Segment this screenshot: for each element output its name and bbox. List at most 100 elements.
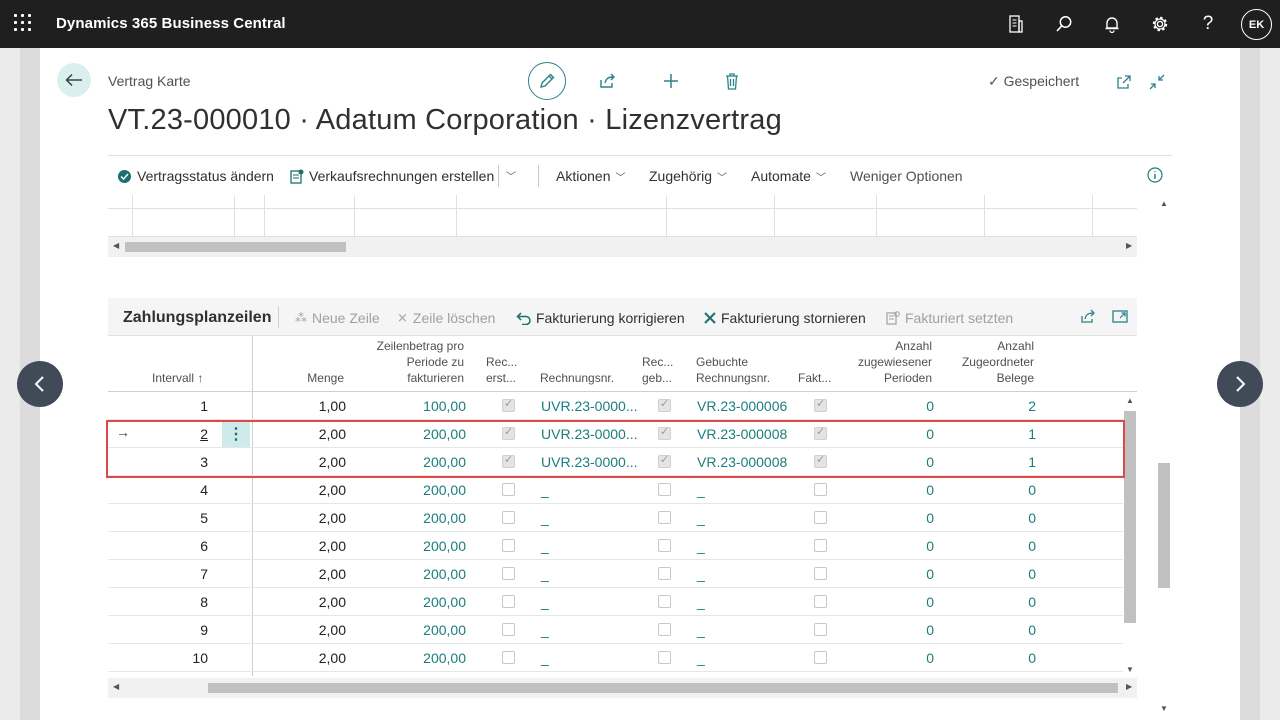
edit-button[interactable] [528, 62, 566, 100]
checkbox-fakturiert[interactable] [814, 483, 827, 496]
expand-icon[interactable] [1112, 309, 1128, 324]
scroll-up-icon[interactable]: ▲ [1126, 396, 1134, 405]
cell-anzahl-perioden[interactable]: 0 [888, 538, 934, 554]
checkbox-rec-geb[interactable] [658, 511, 671, 524]
cell-menge[interactable]: 2,00 [288, 650, 346, 666]
table-row[interactable]: 1 1,00 100,00 UVR.23-0000... VR.23-000006 0 2 [108, 392, 1123, 420]
cell-gebuchte-rechnungsnr[interactable]: _ [697, 650, 705, 666]
table-row[interactable]: 7 2,00 200,00 _ _ 0 0 [108, 560, 1123, 588]
more-dropdown-button[interactable]: ﹀ [506, 168, 516, 183]
cell-intervall[interactable]: 7 [168, 566, 208, 582]
fakturierung-stornieren-button[interactable]: Fakturierung stornieren [704, 310, 866, 326]
cell-anzahl-perioden[interactable]: 0 [888, 566, 934, 582]
checkbox-fakturiert[interactable] [814, 651, 827, 664]
avatar[interactable]: EK [1241, 9, 1272, 40]
cell-anzahl-belege[interactable]: 0 [988, 510, 1036, 526]
col-gebuchte-rechnungsnr[interactable]: Gebuchte Rechnungsnr. [696, 354, 770, 386]
vertragsstatus-button[interactable]: Vertragsstatus ändern [117, 168, 274, 184]
info-icon[interactable] [1147, 167, 1163, 183]
scroll-up-icon[interactable]: ▲ [1160, 199, 1168, 208]
cell-rechnungsnr[interactable]: _ [541, 566, 549, 582]
col-rec-geb[interactable]: Rec... geb... [642, 354, 673, 386]
col-rec-erst[interactable]: Rec... erst... [486, 354, 517, 386]
cell-gebuchte-rechnungsnr[interactable]: _ [697, 482, 705, 498]
cell-zeilenbetrag[interactable]: 200,00 [378, 566, 466, 582]
cell-zeilenbetrag[interactable]: 200,00 [378, 482, 466, 498]
col-rechnungsnr[interactable]: Rechnungsnr. [540, 370, 614, 386]
cell-intervall[interactable]: 9 [168, 622, 208, 638]
col-anzahl-belege[interactable]: Anzahl Zugeordneter Belege [940, 338, 1034, 386]
table-row[interactable]: 6 2,00 200,00 _ _ 0 0 [108, 532, 1123, 560]
cell-rechnungsnr[interactable]: _ [541, 622, 549, 638]
table-row[interactable]: 9 2,00 200,00 _ _ 0 0 [108, 616, 1123, 644]
checkbox-rec-geb[interactable] [658, 623, 671, 636]
fakturiert-setzten-button[interactable]: Fakturiert setzten [884, 310, 1013, 326]
scroll-right-icon[interactable]: ▶ [1126, 241, 1132, 250]
col-fakt[interactable]: Fakt... [798, 370, 831, 386]
checkbox-rec-erst[interactable] [502, 651, 515, 664]
help-icon[interactable]: ? [1196, 12, 1220, 36]
app-title[interactable]: Dynamics 365 Business Central [56, 15, 286, 32]
share-icon[interactable] [1080, 309, 1097, 324]
scrollbar-thumb[interactable] [208, 683, 1118, 693]
checkbox-fakturiert[interactable] [814, 397, 827, 412]
cell-intervall[interactable]: 1 [168, 398, 208, 414]
cell-rechnungsnr[interactable]: _ [541, 650, 549, 666]
scrollbar-thumb[interactable] [125, 242, 346, 252]
neue-zeile-button[interactable]: ⁂ Neue Zeile [295, 310, 380, 326]
upper-horizontal-scrollbar[interactable]: ◀ ▶ [108, 237, 1137, 257]
checkbox-rec-erst[interactable] [502, 623, 515, 636]
verkaufsrechnungen-button[interactable]: Verkaufsrechnungen erstellen [289, 168, 494, 184]
cell-intervall[interactable]: 6 [168, 538, 208, 554]
col-intervall[interactable]: Intervall ↑ [152, 370, 203, 386]
scrollbar-thumb[interactable] [1158, 463, 1170, 588]
add-icon[interactable] [660, 70, 682, 92]
cell-intervall[interactable]: 4 [168, 482, 208, 498]
cell-anzahl-perioden[interactable]: 0 [888, 510, 934, 526]
scrollbar-thumb[interactable] [1124, 411, 1136, 623]
search-icon[interactable] [1052, 12, 1076, 36]
checkbox-rec-erst[interactable] [502, 483, 515, 496]
col-anzahl-perioden[interactable]: Anzahl zugewiesener Perioden [838, 338, 932, 386]
cell-gebuchte-rechnungsnr[interactable]: VR.23-000006 [697, 398, 787, 414]
checkbox-rec-erst[interactable] [502, 511, 515, 524]
share-icon[interactable] [597, 70, 619, 92]
cell-anzahl-belege[interactable]: 0 [988, 622, 1036, 638]
cell-zeilenbetrag[interactable]: 200,00 [378, 650, 466, 666]
cell-anzahl-perioden[interactable]: 0 [888, 482, 934, 498]
checkbox-rec-geb[interactable] [658, 483, 671, 496]
cell-gebuchte-rechnungsnr[interactable]: _ [697, 510, 705, 526]
cell-zeilenbetrag[interactable]: 200,00 [378, 594, 466, 610]
checkbox-fakturiert[interactable] [814, 539, 827, 552]
checkbox-rec-erst[interactable] [502, 595, 515, 608]
checkbox-rec-erst[interactable] [502, 397, 515, 412]
cell-anzahl-belege[interactable]: 0 [988, 594, 1036, 610]
aktionen-menu[interactable]: Aktionen ﹀ [556, 168, 625, 184]
col-menge[interactable]: Menge [288, 370, 344, 386]
cell-menge[interactable]: 2,00 [288, 594, 346, 610]
checkbox-fakturiert[interactable] [814, 623, 827, 636]
cell-gebuchte-rechnungsnr[interactable]: _ [697, 566, 705, 582]
cell-intervall[interactable]: 5 [168, 510, 208, 526]
page-vertical-scrollbar[interactable]: ▲ ▼ [1156, 195, 1172, 720]
checkbox-rec-geb[interactable] [658, 397, 671, 412]
next-record-button[interactable] [1217, 361, 1263, 407]
cell-anzahl-belege[interactable]: 0 [988, 538, 1036, 554]
cell-menge[interactable]: 2,00 [288, 510, 346, 526]
back-button[interactable] [57, 63, 91, 97]
cell-anzahl-belege[interactable]: 0 [988, 650, 1036, 666]
checkbox-rec-geb[interactable] [658, 595, 671, 608]
zugehoerig-menu[interactable]: Zugehörig ﹀ [649, 168, 727, 184]
open-new-window-icon[interactable] [1113, 71, 1135, 93]
checkbox-rec-geb[interactable] [658, 539, 671, 552]
delete-icon[interactable] [721, 70, 743, 92]
checkbox-fakturiert[interactable] [814, 567, 827, 580]
document-icon[interactable] [1004, 12, 1028, 36]
cell-rechnungsnr[interactable]: _ [541, 538, 549, 554]
bell-icon[interactable] [1100, 12, 1124, 36]
checkbox-rec-erst[interactable] [502, 567, 515, 580]
cell-gebuchte-rechnungsnr[interactable]: _ [697, 594, 705, 610]
cell-menge[interactable]: 2,00 [288, 482, 346, 498]
app-launcher-icon[interactable] [14, 14, 34, 34]
subpage-vertical-scrollbar[interactable]: ▲ ▼ [1123, 393, 1137, 678]
